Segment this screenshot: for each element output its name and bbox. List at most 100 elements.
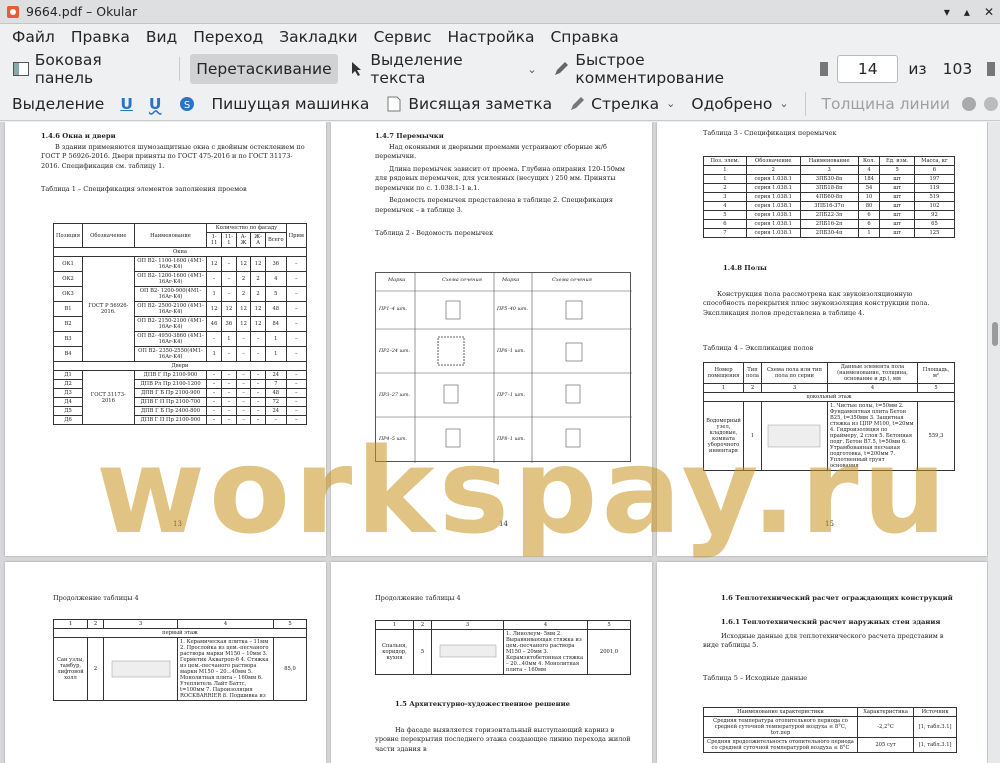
page-15: Таблица 3 - Спецификация перемычек Поз. … bbox=[657, 122, 987, 556]
table3-cell: 92 bbox=[913, 210, 956, 220]
table3-header-cell: Ед. изм. bbox=[879, 156, 915, 166]
line-width-button[interactable]: Толщина линии bbox=[816, 89, 956, 119]
drag-mode-button[interactable]: Перетаскивание bbox=[190, 54, 338, 84]
page14-para3: Ведомость перемычек представлена в табли… bbox=[375, 196, 613, 214]
page-13: 1.4.6 Окна и двери В здании применяются … bbox=[5, 122, 326, 556]
page-down-icon[interactable] bbox=[982, 60, 1000, 78]
close-icon[interactable]: ✕ bbox=[984, 5, 994, 19]
minimize-icon[interactable]: ▾ bbox=[944, 5, 950, 19]
cell-value: – bbox=[220, 397, 237, 407]
cell-value: ОП В2- 2150-2100 (4М1-16Ar-K4) bbox=[133, 316, 208, 332]
lintel-table-grid bbox=[376, 273, 632, 463]
stamp-button[interactable]: Одобрено ⌄ bbox=[685, 89, 794, 119]
underline-button[interactable]: U bbox=[114, 89, 139, 119]
lintel-mark: ПР8–1 шт. bbox=[497, 437, 526, 442]
menu-view[interactable]: Вид bbox=[138, 24, 185, 50]
cell-value: – bbox=[285, 271, 308, 287]
scrollbar-thumb[interactable] bbox=[992, 322, 998, 346]
color-palette-icon[interactable] bbox=[960, 95, 978, 113]
cell-value: 84 bbox=[264, 316, 287, 332]
annotation-toolbar: Выделение U U S Пишущая машинка Висящая … bbox=[0, 87, 1000, 121]
t4c-scheme bbox=[103, 637, 178, 701]
table3-cell: шт bbox=[879, 174, 915, 184]
cell-value: – bbox=[206, 406, 222, 416]
vertical-scrollbar[interactable] bbox=[988, 122, 1000, 763]
sidebar-button[interactable]: Боковая панель bbox=[6, 51, 169, 87]
cell-value: 1 bbox=[264, 346, 287, 362]
menu-bookmarks[interactable]: Закладки bbox=[271, 24, 365, 50]
page-up-icon[interactable] bbox=[815, 60, 833, 78]
t4-num: 1 bbox=[703, 383, 744, 393]
arrow-button[interactable]: Стрелка ⌄ bbox=[562, 89, 681, 119]
cell-value: – bbox=[206, 397, 222, 407]
cell-value: 2 bbox=[235, 271, 252, 287]
quick-comment-label: Быстрое комментирование bbox=[575, 51, 725, 87]
page-18: 1.6 Теплотехнический расчет ограждающих … bbox=[657, 562, 987, 763]
menu-help[interactable]: Справка bbox=[542, 24, 626, 50]
t4-header: Номер помещения bbox=[703, 362, 744, 384]
page-number-input[interactable]: 14 bbox=[837, 55, 899, 83]
page14-caption: Таблица 2 - Ведомость перемычек bbox=[375, 228, 494, 237]
section-windows: Окна bbox=[53, 247, 307, 257]
door-rows: Д1 ГОСТ 31173-2016 ДПВ Г Пр 2100-900– – – –24… bbox=[53, 370, 308, 425]
table3-cell: 80 bbox=[857, 201, 881, 211]
table3-num-cell: 3 bbox=[799, 165, 859, 175]
cell-value: 12 bbox=[220, 301, 237, 317]
th-sub: 1-11 bbox=[206, 232, 222, 248]
cell-value: ОП В2- 1100-1600 (4М1-16Ar-K4) bbox=[133, 256, 208, 272]
quick-comment-button[interactable]: Быстрое комментирование bbox=[547, 51, 802, 87]
t4-header: Тип пола bbox=[743, 362, 762, 384]
line-width-label: Толщина линии bbox=[821, 94, 950, 113]
table3-num-cell: 6 bbox=[913, 165, 956, 175]
highlight-button[interactable]: Выделение bbox=[6, 89, 110, 119]
toolbar-separator bbox=[804, 91, 806, 116]
main-toolbar: Боковая панель Перетаскивание Выделение … bbox=[0, 51, 1000, 87]
opacity-icon[interactable] bbox=[982, 95, 1000, 113]
cell-value: – bbox=[235, 415, 252, 425]
strikeout-button[interactable]: S bbox=[172, 89, 202, 119]
chevron-down-icon[interactable]: ⌄ bbox=[527, 63, 536, 76]
pen-icon bbox=[553, 60, 571, 78]
inline-note-button[interactable]: Висящая заметка bbox=[379, 89, 558, 119]
t4c-num: 3 bbox=[103, 619, 178, 629]
cell-value: 36 bbox=[264, 256, 287, 272]
t5-header: Характеристика bbox=[856, 707, 915, 717]
svg-text:S: S bbox=[183, 100, 189, 111]
menu-settings[interactable]: Настройка bbox=[440, 24, 543, 50]
window-title: 9664.pdf – Okular bbox=[26, 4, 138, 19]
t4c-layers: 1. Керамическая плитка – 11мм 2. Прослой… bbox=[177, 637, 274, 701]
cell-value: – bbox=[250, 415, 266, 425]
cell-value: ОП В2- 4950-3860 (4М1-16Ar-K4) bbox=[133, 331, 208, 347]
table-row: 3 серия 1.038.1 4ПБ60-8п 10 шт 519 bbox=[703, 192, 956, 202]
t4-header: Площадь, м² bbox=[916, 362, 956, 384]
table3-cell: серия 1.038.1 bbox=[745, 219, 801, 229]
typewriter-button[interactable]: Пишущая машинка bbox=[206, 89, 376, 119]
text-select-button[interactable]: Выделение текста ⌄ bbox=[342, 51, 543, 87]
th-sub: Всего bbox=[264, 232, 287, 248]
page18-para: Исходные данные для теплотехнического ра… bbox=[703, 632, 944, 650]
table3-cell: 6 bbox=[857, 210, 881, 220]
chevron-down-icon[interactable]: ⌄ bbox=[666, 97, 675, 110]
table3-num-cell: 5 bbox=[879, 165, 915, 175]
cell-value: 1 bbox=[220, 331, 237, 347]
table-row: 2 серия 1.038.1 3ПБ18-8п 54 шт 119 bbox=[703, 183, 956, 193]
menu-go[interactable]: Переход bbox=[185, 24, 271, 50]
menu-edit[interactable]: Правка bbox=[63, 24, 138, 50]
cell-value: – bbox=[206, 331, 222, 347]
menu-file[interactable]: Файл bbox=[4, 24, 63, 50]
cell-note: – bbox=[285, 415, 308, 425]
table3-cell: шт bbox=[879, 210, 915, 220]
cell-value: 4 bbox=[264, 271, 287, 287]
maximize-icon[interactable]: ▴ bbox=[964, 5, 970, 19]
lintel-mark: ПР2–24 шт. bbox=[379, 349, 411, 354]
cell-value: 12 bbox=[235, 316, 252, 332]
cell-value: – bbox=[220, 271, 237, 287]
page13-heading: 1.4.6 Окна и двери bbox=[41, 132, 116, 140]
menu-tools[interactable]: Сервис bbox=[366, 24, 440, 50]
page-number: 15 bbox=[825, 520, 834, 528]
cell-value: 12 bbox=[250, 256, 266, 272]
cell-value: – bbox=[250, 406, 266, 416]
document-viewer[interactable]: 1.4.6 Окна и двери В здании применяются … bbox=[0, 122, 1000, 763]
chevron-down-icon[interactable]: ⌄ bbox=[779, 97, 788, 110]
squiggle-button[interactable]: U bbox=[143, 89, 168, 119]
